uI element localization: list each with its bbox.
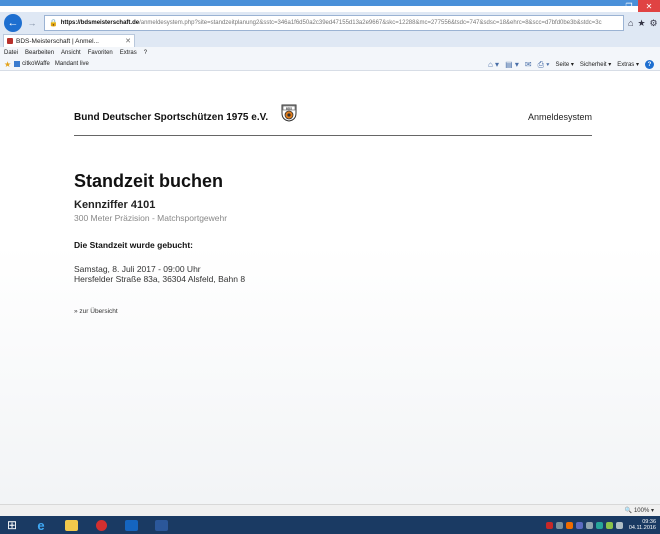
organization-name: Bund Deutscher Sportschützen 1975 e.V. [74, 112, 269, 123]
favorite-link-mandant-live[interactable]: Mandant live [55, 61, 89, 67]
logo-text: BDS [286, 106, 292, 110]
tray-app-icon[interactable] [605, 521, 613, 529]
overview-link[interactable]: » zur Übersicht [74, 308, 118, 315]
url-tools: ⌂ ★ ⚙ [628, 18, 658, 29]
menu-bar: Datei Bearbeiten Ansicht Favoriten Extra… [0, 47, 660, 58]
command-extras[interactable]: Extras ▾ [617, 61, 639, 68]
gear-icon[interactable]: ⚙ [650, 18, 658, 29]
command-sicherheit[interactable]: Sicherheit ▾ [580, 61, 611, 68]
favorites-bar: ★ citkoWaffe Mandant live ⌂ ▾ ▤ ▾ ✉ ⎙ ▾ … [0, 58, 660, 71]
tray-volume-icon[interactable] [615, 521, 623, 529]
tray-app-icon[interactable] [585, 521, 593, 529]
page-title: Standzeit buchen [74, 171, 224, 191]
command-bar: ⌂ ▾ ▤ ▾ ✉ ⎙ ▾ Seite ▾ Sicherheit ▾ Extra… [488, 58, 654, 71]
taskbar: ⊞ e 09:36 04.11.2016 [0, 516, 660, 534]
tray-shield-icon[interactable] [575, 521, 583, 529]
favorites-star-icon[interactable]: ★ [637, 18, 645, 29]
internet-explorer-icon[interactable]: e [28, 516, 54, 534]
home-icon[interactable]: ⌂ ▾ [488, 60, 499, 69]
minimize-icon[interactable]: – [602, 0, 620, 12]
bds-logo-icon: BDS [281, 104, 297, 122]
page-content: Bund Deutscher Sportschützen 1975 e.V. B… [0, 72, 660, 504]
page-icon [14, 61, 21, 67]
booking-location: Hersfelder Straße 83a, 36304 Alsfeld, Ba… [74, 274, 246, 284]
home-icon[interactable]: ⌂ [628, 18, 633, 29]
help-icon[interactable]: ? [645, 60, 654, 69]
back-button[interactable]: ← [4, 14, 22, 32]
mail-icon[interactable]: ✉ [525, 60, 532, 69]
favorite-link-citkowaffe[interactable]: citkoWaffe [14, 61, 50, 67]
file-explorer-icon[interactable] [58, 516, 84, 534]
tab-row: BDS-Meisterschaft | Anmel... ✕ [0, 34, 660, 47]
url-host: https://bdsmeisterschaft.de [60, 20, 140, 26]
window-titlebar [0, 0, 660, 6]
site-header: Bund Deutscher Sportschützen 1975 e.V. B… [74, 104, 592, 136]
menu-item-datei[interactable]: Datei [4, 50, 18, 56]
menu-item-ansicht[interactable]: Ansicht [61, 50, 81, 56]
booking-datetime: Samstag, 8. Juli 2017 - 09:00 Uhr [74, 264, 201, 274]
taskbar-clock[interactable]: 09:36 04.11.2016 [629, 519, 656, 531]
tab-close-icon[interactable]: ✕ [125, 37, 131, 45]
menu-item-help[interactable]: ? [144, 50, 147, 56]
close-icon[interactable]: ✕ [638, 0, 660, 12]
maximize-icon[interactable]: ❐ [620, 0, 638, 12]
lock-icon: 🔒 [49, 20, 58, 27]
tab-title: BDS-Meisterschaft | Anmel... [16, 37, 99, 45]
system-name: Anmeldesystem [527, 112, 592, 122]
arrow-right-icon: → [27, 18, 37, 28]
windows-start-icon[interactable]: ⊞ [0, 516, 24, 534]
arrow-left-icon: ← [7, 17, 19, 29]
favorites-star-icon[interactable]: ★ [4, 60, 11, 69]
address-bar[interactable]: 🔒 https://bdsmeisterschaft.de/anmeldesys… [44, 15, 624, 31]
menu-item-bearbeiten[interactable]: Bearbeiten [25, 50, 54, 56]
forward-button[interactable]: → [26, 17, 38, 29]
opera-icon[interactable] [88, 516, 114, 534]
window-controls: – ❐ ✕ [602, 0, 660, 12]
menu-item-extras[interactable]: Extras [120, 50, 137, 56]
tray-app-icon[interactable] [595, 521, 603, 529]
zoom-control[interactable]: 🔍 100% ▾ [625, 507, 654, 514]
tray-app-icon[interactable] [545, 521, 553, 529]
url-path: /anmeldesystem.php?site=standzeitplanung… [139, 20, 602, 26]
tray-app-icon[interactable] [565, 521, 573, 529]
discipline-label: 300 Meter Präzision - Matchsportgewehr [74, 213, 228, 223]
site-favicon-icon [7, 38, 13, 44]
system-tray: 09:36 04.11.2016 [545, 516, 656, 534]
status-bar: 🔍 100% ▾ [0, 504, 660, 516]
zoom-icon: 🔍 [624, 508, 633, 514]
command-seite[interactable]: Seite ▾ [556, 61, 574, 68]
address-row: ← → 🔒 https://bdsmeisterschaft.de/anmeld… [0, 12, 660, 34]
feeds-icon[interactable]: ▤ ▾ [505, 60, 519, 69]
tray-network-icon[interactable] [555, 521, 563, 529]
menu-item-favoriten[interactable]: Favoriten [88, 50, 113, 56]
browser-tab[interactable]: BDS-Meisterschaft | Anmel... ✕ [3, 34, 135, 47]
booking-confirmation: Die Standzeit wurde gebucht: [74, 240, 194, 250]
code-label: Kennziffer 4101 [74, 199, 156, 211]
outlook-icon[interactable] [118, 516, 144, 534]
word-icon[interactable] [148, 516, 174, 534]
print-icon[interactable]: ⎙ ▾ [538, 60, 550, 70]
